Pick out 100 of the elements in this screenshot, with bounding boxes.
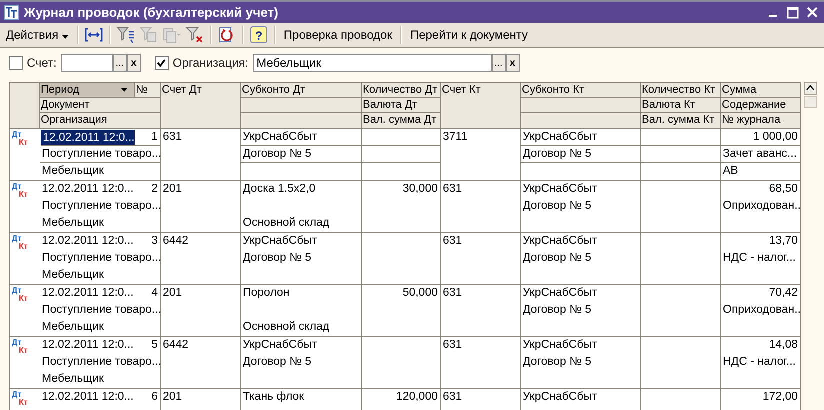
column-header[interactable]: Валюта Дт [362,98,441,113]
table-cell-text: 12.02.2011 12:0... [42,338,134,353]
scroll-thumb[interactable] [804,96,816,108]
actions-menu-button[interactable]: Действия [3,28,72,42]
table-cell-text: 3 [152,234,158,249]
column-header[interactable]: Валюта Кт [641,98,721,113]
selected-cell-text: 12.02.2011 12:0... [43,131,135,145]
table-cell-text: 68,50 [769,182,798,197]
vertical-scrollbar[interactable] [803,82,817,108]
table-cell-text: УкрСнабСбыт [523,130,598,145]
funnel-list-icon[interactable] [116,26,136,44]
table-cell-text: 4 [152,286,158,301]
table-cell-text: 3711 [443,130,468,145]
select-button[interactable]: ... [112,54,127,72]
table-cell-text: 201 [163,182,182,197]
table-cell-text: 120,000 [396,390,438,405]
debit-credit-icon: Дт Кт [12,339,28,355]
scroll-up-icon[interactable] [804,82,816,95]
toolbar-button[interactable]: Перейти к документу [407,28,532,42]
column-header[interactable]: № [135,83,161,98]
table-cell-text: Поступление товаро... [42,199,162,214]
table-cell-text: 201 [163,390,182,405]
table-cell-text: Договор № 5 [243,355,312,370]
table-cell-text: 30,000 [402,182,438,197]
table-cell-text: УкрСнабСбыт [523,390,598,405]
table-cell-text: Основной склад [243,216,330,231]
table-cell-text: УкрСнабСбыт [523,182,598,197]
debit-credit-icon: Дт Кт [12,287,28,303]
column-header[interactable]: Период [40,83,135,98]
column-header[interactable]: Количество Дт [362,83,441,98]
column-header[interactable]: Содержание [721,98,801,113]
column-header[interactable]: Вал. сумма Кт [641,113,721,128]
debit-credit-icon: Дт Кт [12,183,28,199]
funnel-cross-icon[interactable] [184,26,205,44]
table-cell-text: Поступление товаро... [42,303,162,318]
window-title: Журнал проводок (бухгалтерский учет) [24,5,278,20]
debit-credit-icon: Дт Кт [12,391,28,407]
column-header[interactable]: № журнала [721,113,801,128]
table-cell-text: 1 [152,130,158,145]
column-header[interactable]: Счет Дт [161,83,241,128]
column-header[interactable]: Документ [40,98,161,113]
column-header[interactable]: Субконто Кт [521,83,641,98]
table-cell-text: 631 [163,130,182,145]
table-cell-text: Оприходован... [723,199,801,214]
table-cell-text: 631 [443,286,462,301]
table-cell-text: 12.02.2011 12:0... [42,182,134,197]
filter-input-field[interactable] [60,54,113,72]
table-cell-text: Мебельщик [42,268,104,283]
table-cell-text: УкрСнабСбыт [243,338,318,353]
caret-icon [62,35,69,39]
checkbox[interactable] [154,56,169,70]
table-cell-text: Договор № 5 [523,355,592,370]
table-cell-text: УкрСнабСбыт [523,286,598,301]
table-cell-text: НДС - налог... [723,355,796,370]
bracket-arrows-icon[interactable] [84,26,104,44]
table-cell-text: Оприходован... [723,303,801,318]
select-button[interactable]: ... [492,54,506,72]
help-icon[interactable]: ? [248,26,269,44]
journal-icon [4,5,19,20]
maximize-icon[interactable] [787,6,799,18]
table-cell-text: АВ [723,164,738,179]
column-header[interactable]: Счет Кт [441,83,521,128]
table-cell-text: 6442 [163,338,189,353]
table-cell-text: 631 [443,234,462,249]
table-cell-text: 12.02.2011 12:0... [42,286,134,301]
table-cell-text: УкрСнабСбыт [523,234,598,249]
table-cell-text: 50,000 [402,286,438,301]
table-cell-text: Поступление товаро... [42,355,162,370]
column-header[interactable]: Субконто Дт [241,83,362,98]
column-header[interactable]: Вал. сумма Дт [362,113,441,128]
table-cell-text: Доска 1.5x2,0 [243,182,316,197]
clear-button[interactable]: x [506,54,520,72]
sort-arrow-icon[interactable] [121,88,128,92]
table-cell-text: 631 [443,182,462,197]
table-cell-text: Поступление товаро... [42,147,162,162]
table-cell-text: 172,00 [762,390,798,405]
column-header[interactable]: Сумма [721,83,801,98]
table-cell-text: Мебельщик [42,164,104,179]
filter-input-field[interactable]: Мебельщик [252,54,492,72]
checkbox[interactable] [9,56,23,70]
column-header[interactable]: Количество Кт [641,83,721,98]
column-header[interactable]: Организация [40,113,161,128]
clear-button[interactable]: x [126,54,141,72]
table-cell-text: УкрСнабСбыт [243,234,318,249]
table-cell-text: Договор № 5 [523,251,592,266]
table-cell-text: Договор № 5 [243,251,312,266]
table-cell-text: 631 [443,338,462,353]
table-cell-text: 12.02.2011 12:0... [42,234,134,249]
table-cell-text: 70,42 [769,286,798,301]
close-icon[interactable] [807,7,818,18]
table-cell-text: Договор № 5 [523,199,592,214]
table-cell-text: 14,08 [769,338,798,353]
table-cell-text: Мебельщик [42,216,104,231]
toolbar-button[interactable]: Проверка проводок [280,28,396,42]
table-cell-text: 5 [152,338,158,353]
table-cell-text: Ткань флок [243,390,304,405]
table-cell-text: 201 [163,286,182,301]
table-cell-text: 1 000,00 [753,130,798,145]
table-cell-text: Зачет аванс... [723,147,798,162]
table-cell-text: Договор № 5 [243,147,312,162]
